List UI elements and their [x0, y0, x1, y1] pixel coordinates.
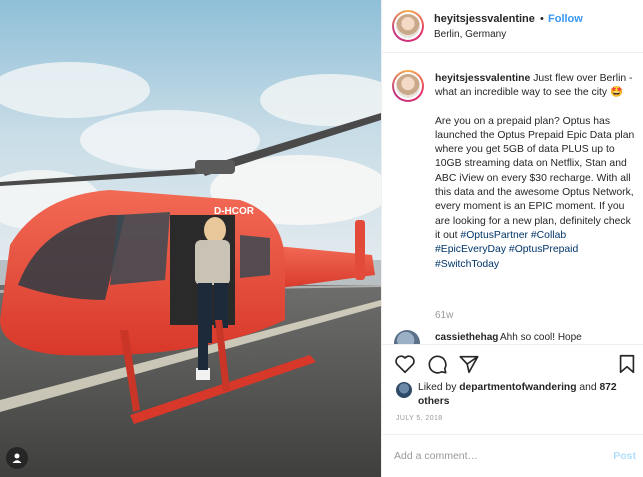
author-avatar[interactable]: [392, 10, 424, 42]
separator-dot: •: [540, 13, 544, 25]
caption-username[interactable]: heyitsjessvalentine: [435, 73, 530, 84]
liker-username[interactable]: departmentofwandering: [459, 382, 576, 393]
helicopter-photo: D-HCOR: [0, 0, 381, 477]
caption-time[interactable]: 61w: [435, 310, 453, 321]
post-location[interactable]: Berlin, Germany: [434, 29, 506, 40]
follow-button[interactable]: Follow: [548, 13, 583, 25]
add-comment-bar: Add a comment… Post: [382, 434, 643, 477]
hashtag-link[interactable]: #Collab: [531, 230, 566, 241]
likes-and: and: [579, 382, 597, 393]
post-header: heyitsjessvalentine • Follow Berlin, Ger…: [382, 0, 643, 53]
action-bar: Liked by departmentofwandering and 872 o…: [382, 344, 643, 434]
hashtag-link[interactable]: #SwitchToday: [435, 259, 499, 270]
comment-icon[interactable]: [426, 353, 448, 375]
hashtag-link[interactable]: #EpicEveryDay: [435, 244, 506, 255]
commenter-avatar[interactable]: [394, 330, 420, 344]
user-tag-icon[interactable]: [6, 447, 28, 469]
caption-body: Are you on a prepaid plan? Optus has lau…: [435, 115, 635, 241]
author-username[interactable]: heyitsjessvalentine: [434, 13, 535, 25]
post-comment-button[interactable]: Post: [613, 450, 636, 462]
commenter-username[interactable]: cassiethehag: [435, 332, 498, 343]
share-icon[interactable]: [458, 353, 480, 375]
post-date[interactable]: JULY 5, 2018: [396, 415, 443, 422]
comment-text: Ahh so cool! Hope: [500, 332, 582, 343]
bookmark-icon[interactable]: [616, 353, 638, 375]
post-caption: heyitsjessvalentine Just flew over Berli…: [435, 72, 635, 272]
comments-list[interactable]: heyitsjessvalentine Just flew over Berli…: [382, 54, 643, 344]
registration-text: D-HCOR: [214, 206, 255, 217]
liker-avatar[interactable]: [396, 382, 412, 398]
caption-avatar[interactable]: [392, 70, 424, 102]
comment-input[interactable]: Add a comment…: [394, 450, 478, 462]
hashtag-link[interactable]: #OptusPartner: [460, 230, 528, 241]
post-side-panel: heyitsjessvalentine • Follow Berlin, Ger…: [381, 0, 643, 477]
post-photo[interactable]: D-HCOR: [0, 0, 381, 477]
heart-icon[interactable]: [394, 353, 416, 375]
liked-by-prefix: Liked by: [418, 382, 457, 393]
hashtag-link[interactable]: #OptusPrepaid: [509, 244, 578, 255]
comment-item: cassiethehag Ahh so cool! Hope: [392, 330, 642, 344]
